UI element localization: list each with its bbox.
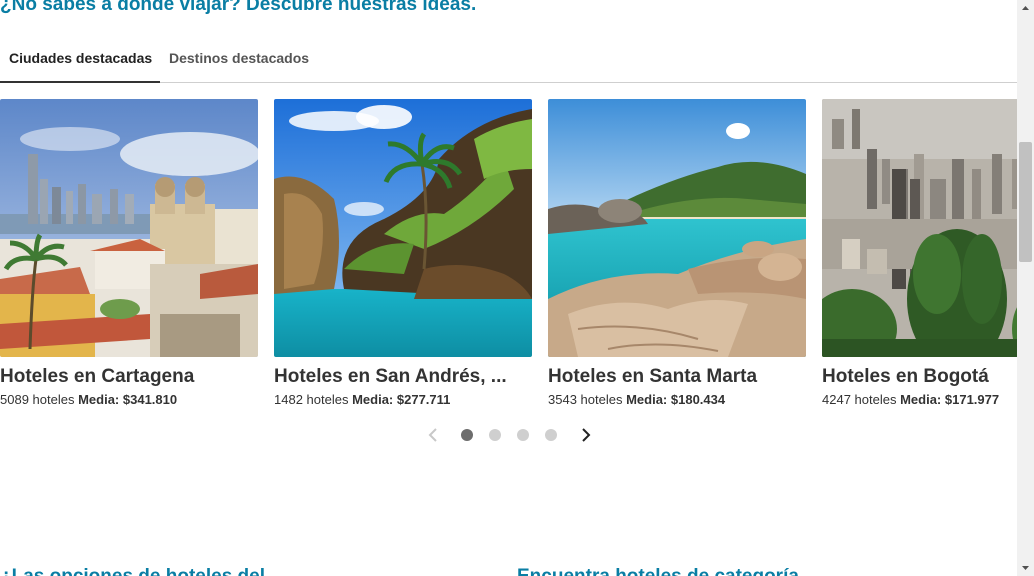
page: ¿No sabes a dónde viajar? Descubre nuest… (0, 0, 1034, 576)
pager-dot-3[interactable] (517, 429, 529, 441)
card-title: Hoteles en Bogotá (822, 366, 989, 387)
card-title: Hoteles en Santa Marta (548, 366, 758, 387)
average-label: Media: (626, 392, 668, 407)
pager-dot-4[interactable] (545, 429, 557, 441)
pager-dot-2[interactable] (489, 429, 501, 441)
destination-card[interactable]: Hoteles en Santa Marta 3543 hoteles Medi… (548, 99, 806, 407)
card-meta: 1482 hoteles Media: $277.711 (274, 392, 532, 407)
vertical-scrollbar[interactable] (1017, 0, 1034, 576)
average-label: Media: (78, 392, 120, 407)
pager-dot-1[interactable] (461, 429, 473, 441)
next-heading-right: Encuentra hoteles de categoría... (517, 566, 815, 576)
average-price: $171.977 (944, 392, 1000, 407)
hotel-count: 4247 hoteles (822, 392, 897, 407)
carousel: Hoteles en Cartagena 5089 hoteles Media:… (0, 99, 1017, 419)
destination-card[interactable]: Hoteles en Cartagena 5089 hoteles Media:… (0, 99, 258, 407)
destination-image (274, 99, 532, 357)
average-price: $180.434 (670, 392, 726, 407)
card-title: Hoteles en Cartagena (0, 366, 195, 387)
carousel-pager (420, 424, 610, 446)
tab-destinos-destacados[interactable]: Destinos destacados (169, 42, 309, 83)
card-title: Hoteles en San Andrés, ... (274, 366, 507, 387)
destination-image (822, 99, 1017, 357)
chevron-left-icon[interactable] (423, 424, 445, 446)
average-label: Media: (900, 392, 942, 407)
card-meta: 3543 hoteles Media: $180.434 (548, 392, 806, 407)
scroll-down-icon[interactable] (1017, 559, 1034, 576)
average-price: $341.810 (122, 392, 178, 407)
next-heading-left: ¿Las opciones de hoteles del... (0, 566, 281, 576)
destination-image (548, 99, 806, 357)
next-section-headings: ¿Las opciones de hoteles del... Encuentr… (0, 566, 1017, 576)
tab-ciudades-destacadas[interactable]: Ciudades destacadas (0, 42, 160, 83)
scrollbar-thumb[interactable] (1019, 142, 1032, 262)
card-meta: 5089 hoteles Media: $341.810 (0, 392, 258, 407)
section-heading: ¿No sabes a dónde viajar? Descubre nuest… (0, 0, 477, 15)
destination-image (0, 99, 258, 357)
hotel-count: 3543 hoteles (548, 392, 623, 407)
destination-card[interactable]: Hoteles en Bogotá 4247 hoteles Media: $1… (822, 99, 1017, 407)
hotel-count: 1482 hoteles (274, 392, 349, 407)
card-meta: 4247 hoteles Media: $171.977 (822, 392, 1017, 407)
average-price: $277.711 (396, 392, 451, 407)
scroll-up-icon[interactable] (1017, 0, 1034, 17)
average-label: Media: (352, 392, 394, 407)
destination-card[interactable]: Hoteles en San Andrés, ... 1482 hoteles … (274, 99, 532, 407)
hotel-count: 5089 hoteles (0, 392, 75, 407)
chevron-right-icon[interactable] (574, 424, 596, 446)
tab-bar: Ciudades destacadas Destinos destacados (0, 42, 1017, 83)
